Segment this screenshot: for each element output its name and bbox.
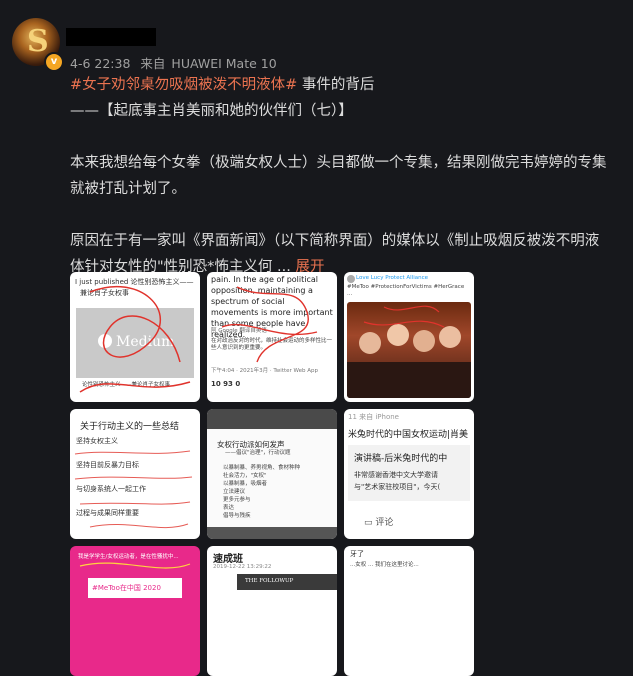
- medium-logo-icon: [98, 334, 112, 348]
- post-date[interactable]: 4-6 22:38: [70, 56, 130, 71]
- t1-line1: I just published 论性别恐怖主义——: [75, 278, 194, 286]
- t9-text: ...女权 ... 我们在这里讨论...: [350, 562, 419, 568]
- t2-subtext: 阿 Google 翻译自英语: [211, 328, 267, 334]
- image-thumbnail-5[interactable]: 女权行动派如何发声 ——倡议"治理"，行动议题 以暴制暴、养男视角、食材种种 社…: [207, 409, 337, 539]
- t2-translation: 在对政治反对的时代，维持社会运动的多样性比一些人意识到的更重要。: [211, 338, 333, 351]
- image-thumbnail-2[interactable]: pain. In the age of political opposition…: [207, 272, 337, 402]
- verified-badge-icon: v: [44, 52, 64, 72]
- t5-item-5: 更多元参与: [223, 497, 251, 503]
- t2-stats: 10 93 0: [211, 380, 241, 388]
- t5-bottom-bar: [207, 527, 337, 539]
- image-thumbnail-8[interactable]: 速成班 2019-12-22 13:29:22 THE FOLLOWUP: [207, 546, 337, 676]
- t4-bullet-4: 过程与成果同样重要: [76, 509, 139, 517]
- t6-comment-label: 评论: [375, 518, 394, 528]
- t5-item-7: 倡导与残疾: [223, 513, 251, 519]
- t2-footer: 下午4:04 · 2021年3月 · Twitter Web App: [211, 368, 319, 374]
- topic-hashtag[interactable]: #女子劝邻桌勿吸烟被泼不明液体#: [70, 77, 297, 93]
- medium-brand: Medium: [116, 334, 175, 350]
- t3-text: #MeToo #ProtectionForVictims #HerGrace .…: [347, 284, 465, 297]
- image-thumbnail-4[interactable]: 关于行动主义的一些总结 坚持女权主义 坚持目前反暴力目标 与切身系统人一起工作 …: [70, 409, 200, 539]
- face-2: [387, 324, 409, 346]
- t6-quote-box: 演讲稿-后米兔时代的中 非常感谢香港中文大学邀请 与"艺术家驻校项目"，今天(: [348, 445, 470, 501]
- face-1: [359, 332, 381, 354]
- t9-header: 牙了: [350, 550, 364, 558]
- t5-item-1: 以暴制暴、养男视角、食材种种: [223, 465, 301, 471]
- t5-item-6: 表达: [223, 505, 235, 511]
- t1-line2: 兼论肖子女权事: [80, 289, 129, 297]
- t6-source: 11 来自 iPhone: [348, 413, 399, 421]
- post-meta: 4-6 22:38 来自 HUAWEI Mate 10: [70, 53, 283, 72]
- t3-avatar: [347, 275, 355, 283]
- t4-title: 关于行动主义的一些总结: [80, 422, 180, 432]
- t5-top-photo: [207, 409, 337, 429]
- t6-comment: ▭ 评论: [364, 515, 393, 528]
- t3-header: Love Lucy Protect Alliance: [356, 275, 429, 281]
- t6-box-line3: 与"艺术家驻校项目"，今天(: [354, 483, 441, 491]
- source-prefix: 来自: [140, 56, 166, 71]
- paragraph-2: 原因在于有一家叫《界面新闻》（以下简称界面）的媒体以《制止吸烟反被泼不明液体针对…: [70, 233, 600, 275]
- red-scribble-7: [79, 562, 191, 569]
- t6-box-line2: 非常感谢香港中文大学邀请: [354, 471, 438, 479]
- avatar-emblem-icon: S: [27, 24, 49, 59]
- image-thumbnail-3[interactable]: Love Lucy Protect Alliance #MeToo #Prote…: [344, 272, 474, 402]
- t5-item-4: 立法建议: [223, 489, 246, 495]
- t8-banner: THE FOLLOWUP: [237, 574, 337, 590]
- t8-date: 2019-12-22 13:29:22: [213, 564, 272, 570]
- post-content: #女子劝邻桌勿吸烟被泼不明液体# 事件的背后 ——【起底事主肖美丽和她的伙伴们（…: [70, 72, 610, 280]
- t5-subtitle: ——倡议"治理"，行动议题: [225, 450, 291, 456]
- comment-icon: ▭: [364, 518, 373, 528]
- image-thumbnail-6[interactable]: 11 来自 iPhone 米兔时代的中国女权运动|肖美 演讲稿-后米兔时代的中 …: [344, 409, 474, 539]
- t8-brand: 速成班: [213, 554, 243, 565]
- source-device: HUAWEI Mate 10: [171, 56, 277, 71]
- author-name-redacted[interactable]: [66, 28, 156, 46]
- t4-bullet-1: 坚持女权主义: [76, 437, 118, 445]
- series-title: ——【起底事主肖美丽和她的伙伴们（七）】: [70, 103, 353, 119]
- t7-text: 我是学学生/女权运动者，是在性骚扰中...: [78, 554, 179, 560]
- paragraph-1: 本来我想给每个女拳（极端女权人士）头目都做一个专集，结果刚做完韦婷婷的专集就被打…: [70, 155, 607, 197]
- t6-box-title: 演讲稿-后米兔时代的中: [354, 454, 448, 464]
- image-thumbnail-9[interactable]: 牙了 ...女权 ... 我们在这里讨论...: [344, 546, 474, 676]
- table: [347, 362, 471, 398]
- t5-title: 女权行动派如何发声: [217, 440, 285, 449]
- group-photo: [347, 302, 471, 398]
- t7-tag: #MeToo在中国 2020: [92, 584, 161, 592]
- t4-bullet-2: 坚持目前反暴力目标: [76, 461, 139, 469]
- t6-headline: 米兔时代的中国女权运动|肖美: [348, 430, 469, 440]
- image-thumbnail-1[interactable]: I just published 论性别恐怖主义—— 兼论肖子女权事 Mediu…: [70, 272, 200, 402]
- t8-banner-text: THE FOLLOWUP: [245, 578, 294, 584]
- t5-item-2: 社会活力，"女权": [223, 473, 267, 479]
- title-suffix: 事件的背后: [297, 77, 375, 93]
- face-4: [439, 326, 461, 348]
- medium-banner: Medium: [76, 308, 194, 378]
- t7-white-box: #MeToo在中国 2020: [88, 578, 182, 598]
- t4-bullet-3: 与切身系统人一起工作: [76, 485, 146, 493]
- t1-caption: 论性别恐怖主义——兼论肖子女权事: [82, 382, 171, 388]
- t5-item-3: 以暴制暴，吸烟者: [223, 481, 268, 487]
- image-thumbnail-7[interactable]: 我是学学生/女权运动者，是在性骚扰中... #MeToo在中国 2020: [70, 546, 200, 676]
- face-3: [413, 330, 435, 352]
